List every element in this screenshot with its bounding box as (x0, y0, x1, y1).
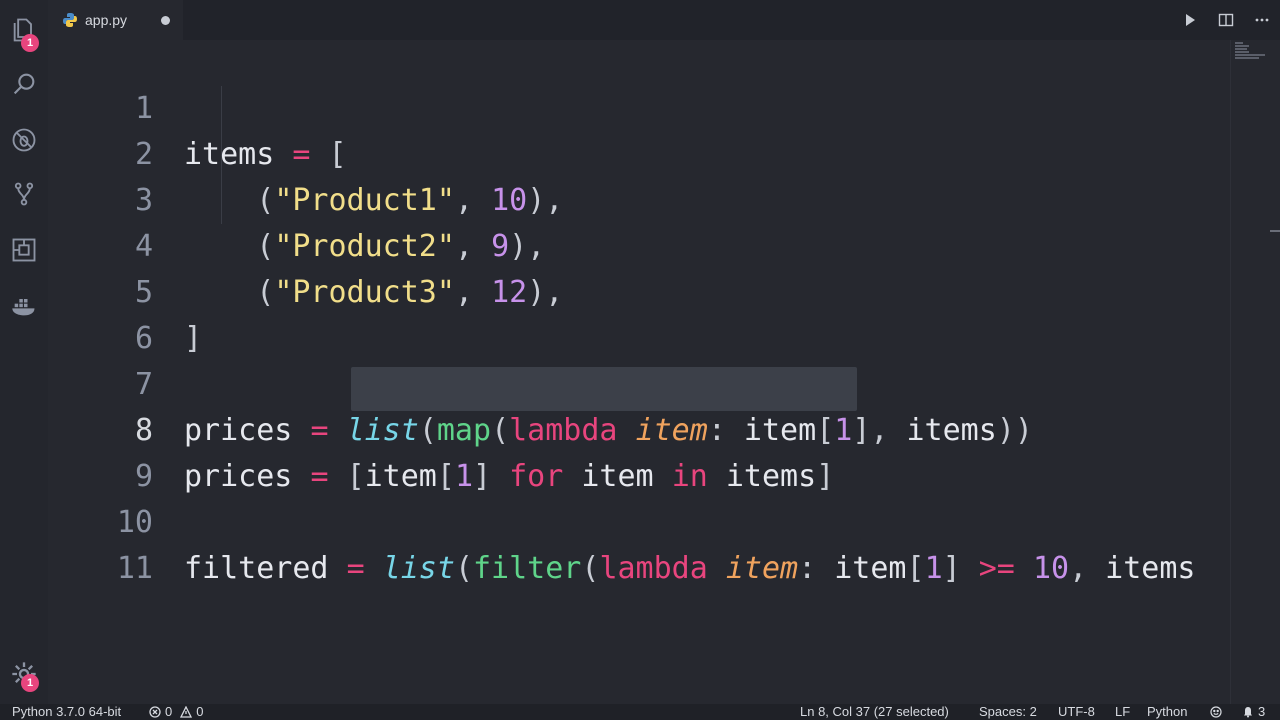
docker-button[interactable] (0, 284, 48, 328)
code-line: 4 ("Product3", 12), (48, 178, 1230, 310)
more-actions-button[interactable] (1244, 0, 1280, 40)
warning-icon (180, 706, 193, 718)
end-of-line[interactable]: LF (1115, 704, 1130, 720)
manage-badge: 1 (21, 674, 39, 692)
code-line: 1 items = [ (48, 40, 1230, 172)
feedback-button[interactable] (1210, 704, 1226, 720)
extensions-button[interactable] (0, 228, 48, 272)
unsaved-indicator[interactable] (161, 16, 170, 25)
error-count: 0 (165, 704, 173, 719)
minimap-line (1235, 48, 1247, 50)
search-icon (13, 73, 35, 95)
split-editor-button[interactable] (1208, 0, 1244, 40)
minimap-line (1235, 42, 1243, 44)
run-button[interactable] (1172, 0, 1208, 40)
extensions-icon (12, 238, 36, 262)
code-line: 7 prices = list(map(lambda item: item[1]… (48, 316, 1230, 448)
search-button[interactable] (0, 62, 48, 106)
error-icon (149, 706, 161, 718)
code-line: 9 (48, 408, 1230, 494)
minimap-line (1235, 57, 1259, 59)
python-file-icon (63, 13, 77, 27)
code-line: 2 ("Product1", 10), (48, 86, 1230, 218)
feedback-icon (1210, 706, 1222, 718)
docker-icon (12, 299, 35, 316)
explorer-button[interactable]: 1 (0, 8, 48, 52)
python-interpreter[interactable]: Python 3.7.0 64-bit (12, 704, 121, 720)
editor-actions (1172, 0, 1280, 40)
code-line: 3 ("Product2", 9), (48, 132, 1230, 264)
code-editor[interactable]: 1 items = [ 2 ("Product1", 10), 3 ("Prod… (48, 40, 1230, 704)
minimap[interactable] (1230, 40, 1280, 704)
language-mode[interactable]: Python (1147, 704, 1187, 720)
debug-button[interactable] (0, 118, 48, 162)
minimap-line (1235, 45, 1249, 47)
code-line: 6 (48, 270, 1230, 356)
scrollbar-marker[interactable] (1270, 230, 1280, 232)
code-line: 10 filtered = list(filter(lambda item: i… (48, 454, 1230, 586)
bell-icon (1244, 707, 1252, 718)
code-line: 11 (48, 500, 1230, 586)
cursor-position[interactable]: Ln 8, Col 37 (27 selected) (800, 704, 949, 720)
source-control-icon (14, 182, 34, 206)
indentation[interactable]: Spaces: 2 (979, 704, 1037, 720)
encoding[interactable]: UTF-8 (1058, 704, 1095, 720)
tab-app-py[interactable]: app.py (48, 0, 183, 40)
code-line: 5 ] (48, 224, 1230, 356)
code-text: filtered = list(filter(lambda item: item… (184, 551, 1196, 586)
explorer-badge: 1 (21, 34, 39, 52)
warning-count: 0 (196, 704, 204, 719)
minimap-line (1235, 54, 1265, 56)
tab-label: app.py (85, 12, 128, 28)
line-number: 11 (116, 551, 153, 586)
debug-icon (12, 128, 36, 152)
problems-indicator[interactable]: 0 0 (149, 704, 203, 720)
source-control-button[interactable] (0, 172, 48, 216)
code-line: 8 prices = [item[1] for item in items] (48, 362, 1230, 494)
run-icon (1186, 14, 1195, 26)
more-actions-icon (1255, 18, 1269, 22)
status-bar: Python 3.7.0 64-bit 0 0 Ln 8, Col 37 (27… (0, 704, 1280, 720)
manage-button[interactable]: 1 (0, 652, 48, 696)
activity-bar: 1 1 (0, 0, 48, 704)
minimap-line (1235, 51, 1249, 53)
notification-count: 3 (1258, 704, 1266, 719)
split-editor-icon (1218, 13, 1234, 27)
notifications-button[interactable]: 3 (1242, 704, 1265, 720)
tab-bar: app.py (48, 0, 1280, 40)
